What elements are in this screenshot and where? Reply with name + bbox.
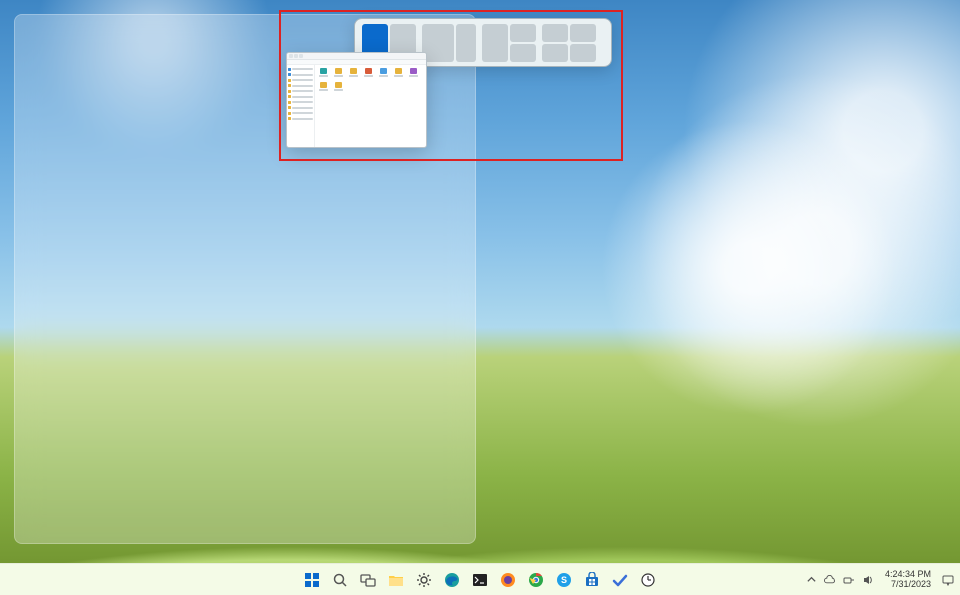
search-button[interactable]	[328, 568, 352, 592]
start-button[interactable]	[300, 568, 324, 592]
snap-zone-bottom-left[interactable]	[542, 44, 568, 62]
explorer-titlebar	[287, 53, 426, 60]
system-tray: 4:24:34 PM 7/31/2023	[805, 564, 954, 595]
snap-zone-bottom-right[interactable]	[570, 44, 596, 62]
snap-zone-top-right[interactable]	[570, 24, 596, 42]
snap-zone-bottom-right[interactable]	[510, 44, 536, 62]
clock-app-button[interactable]	[636, 568, 660, 592]
firefox-button[interactable]	[496, 568, 520, 592]
snap-zone-top-right[interactable]	[510, 24, 536, 42]
desktop[interactable]: S 4:24	[0, 0, 960, 595]
volume-tray-icon[interactable]	[862, 573, 875, 586]
notifications-tray-icon[interactable]	[941, 573, 954, 586]
chrome-button[interactable]	[524, 568, 548, 592]
snap-zone-top-left[interactable]	[542, 24, 568, 42]
terminal-button[interactable]	[468, 568, 492, 592]
taskbar-center: S	[300, 568, 660, 592]
store-button[interactable]	[580, 568, 604, 592]
snap-layout-four-quarters[interactable]	[542, 24, 596, 62]
taskbar: S 4:24	[0, 563, 960, 595]
settings-button[interactable]	[412, 568, 436, 592]
explorer-main-pane	[315, 65, 426, 147]
onedrive-tray-icon[interactable]	[824, 573, 837, 586]
task-view-button[interactable]	[356, 568, 380, 592]
edge-button[interactable]	[440, 568, 464, 592]
todo-button[interactable]	[608, 568, 632, 592]
taskbar-date: 7/31/2023	[885, 580, 931, 589]
tray-chevron-icon[interactable]	[805, 573, 818, 586]
snap-zone-left-half[interactable]	[482, 24, 508, 62]
snap-zone-right-small[interactable]	[456, 24, 476, 62]
file-explorer-drag-thumbnail[interactable]	[286, 52, 427, 148]
network-tray-icon[interactable]	[843, 573, 856, 586]
svg-text:S: S	[561, 575, 567, 585]
snap-layout-left-half-right-stack[interactable]	[482, 24, 536, 62]
explorer-sidebar	[287, 65, 315, 147]
taskbar-clock[interactable]: 4:24:34 PM 7/31/2023	[881, 570, 935, 589]
snap-layout-split-two-left-large[interactable]	[422, 24, 476, 62]
skype-button[interactable]: S	[552, 568, 576, 592]
file-explorer-button[interactable]	[384, 568, 408, 592]
